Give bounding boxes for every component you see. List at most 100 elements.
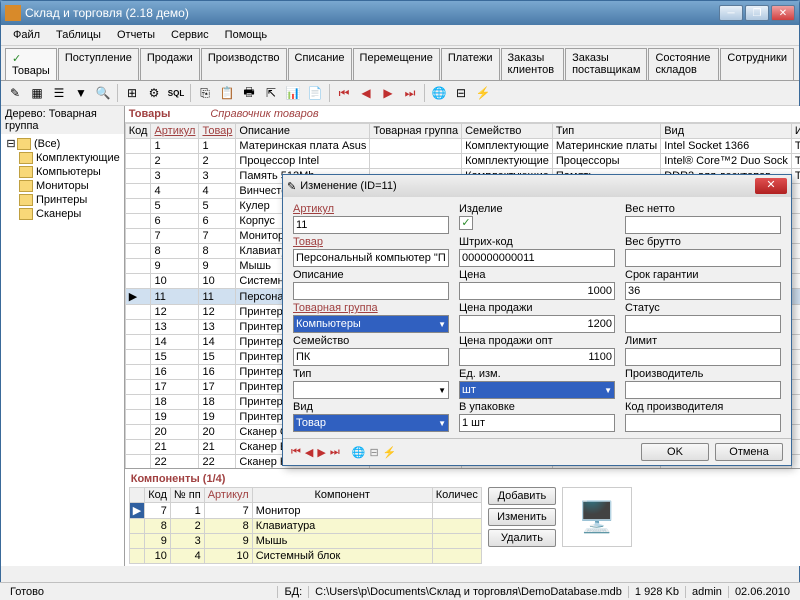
table-row[interactable]: 22Процессор IntelКомплектующиеПроцессоры… [125, 154, 800, 169]
tab-move[interactable]: Перемещение [353, 48, 440, 80]
vid-select[interactable]: Товар▼ [293, 414, 449, 432]
tool-add-icon[interactable]: 🌐 [429, 83, 449, 103]
tab-production[interactable]: Производство [201, 48, 287, 80]
cancel-button[interactable]: Отмена [715, 443, 783, 461]
nav-globe-icon[interactable]: 🌐 [352, 446, 366, 459]
menu-service[interactable]: Сервис [163, 27, 217, 43]
tool-funnel-icon[interactable]: ▼ [71, 83, 91, 103]
izdelie-checkbox[interactable]: ✓ [459, 216, 473, 230]
menu-tables[interactable]: Таблицы [48, 27, 109, 43]
table-row[interactable]: 10410Системный блок [129, 549, 481, 564]
tool-grid-icon[interactable]: ▦ [27, 83, 47, 103]
cena-input[interactable] [459, 282, 615, 300]
tab-stock-state[interactable]: Состояние складов [648, 48, 719, 80]
tool-chart-icon[interactable]: 📊 [283, 83, 303, 103]
tool-search-icon[interactable]: 🔍 [93, 83, 113, 103]
tree-item[interactable]: Принтеры [3, 193, 122, 207]
tab-supplier-orders[interactable]: Заказы поставщикам [565, 48, 647, 80]
shtrih-input[interactable] [459, 249, 615, 267]
limit-input[interactable] [625, 348, 781, 366]
tab-goods[interactable]: Товары [5, 48, 57, 80]
menu-help[interactable]: Помощь [217, 27, 276, 43]
vesnetto-input[interactable] [625, 216, 781, 234]
sem-input[interactable] [293, 348, 449, 366]
add-button[interactable]: Добавить [488, 487, 556, 505]
tool-report-icon[interactable]: 📄 [305, 83, 325, 103]
column-header[interactable]: Артикул [151, 124, 199, 139]
vesbrutto-input[interactable] [625, 249, 781, 267]
tool-excel-icon[interactable]: ⊞ [122, 83, 142, 103]
nav-del-icon[interactable]: ⊟ [369, 446, 378, 459]
minimize-button[interactable]: ─ [719, 5, 743, 21]
tool-print-icon[interactable]: 🖶 [239, 83, 259, 103]
tool-edit-icon[interactable]: ✎ [5, 83, 25, 103]
nav-first-icon[interactable]: ⏮ [291, 446, 301, 459]
tool-sql-icon[interactable]: SQL [166, 83, 186, 103]
ed-select[interactable]: шт▼ [459, 381, 615, 399]
tool-del-icon[interactable]: ⊟ [451, 83, 471, 103]
group-select[interactable]: Компьютеры▼ [293, 315, 449, 333]
column-header[interactable]: Товарная группа [370, 124, 462, 139]
artikul-input[interactable] [293, 216, 449, 234]
srok-input[interactable] [625, 282, 781, 300]
tree-item[interactable]: Сканеры [3, 207, 122, 221]
tovar-input[interactable] [293, 249, 449, 267]
tool-bolt-icon[interactable]: ⚡ [473, 83, 493, 103]
nav-prev-icon[interactable]: ◀ [305, 446, 313, 459]
tab-receipt[interactable]: Поступление [58, 48, 139, 80]
column-header[interactable]: Тип [552, 124, 660, 139]
proizv-input[interactable] [625, 381, 781, 399]
tool-paste-icon[interactable]: 📋 [217, 83, 237, 103]
edit-button[interactable]: Изменить [488, 508, 556, 526]
tool-next-icon[interactable]: ▶ [378, 83, 398, 103]
cenapo-input[interactable] [459, 348, 615, 366]
tree-root[interactable]: ⊟(Все) [3, 136, 122, 151]
tool-first-icon[interactable]: ⏮ [334, 83, 354, 103]
tree-item[interactable]: Компьютеры [3, 165, 122, 179]
column-header[interactable]: Описание [236, 124, 370, 139]
tool-gear-icon[interactable]: ⚙ [144, 83, 164, 103]
opis-input[interactable] [293, 282, 449, 300]
maximize-button[interactable]: ❐ [745, 5, 769, 21]
shtrih-label: Штрих-код [459, 236, 615, 249]
table-row[interactable]: 939Мышь [129, 534, 481, 549]
dialog-close-button[interactable]: ✕ [755, 178, 787, 194]
edit-dialog: ✎ Изменение (ID=11) ✕ Артикул Изделие✓ В… [282, 174, 792, 466]
table-row[interactable]: 828Клавиатура [129, 519, 481, 534]
table-row[interactable]: ▶717Монитор [129, 503, 481, 519]
tab-staff[interactable]: Сотрудники [720, 48, 794, 80]
kodp-input[interactable] [625, 414, 781, 432]
tool-prev-icon[interactable]: ◀ [356, 83, 376, 103]
nav-bolt-icon[interactable]: ⚡ [383, 446, 397, 459]
cenap-input[interactable] [459, 315, 615, 333]
close-button[interactable]: ✕ [771, 5, 795, 21]
column-header[interactable]: Вид [661, 124, 792, 139]
titlebar: Склад и торговля (2.18 демо) ─ ❐ ✕ [1, 1, 799, 25]
tab-sales[interactable]: Продажи [140, 48, 200, 80]
nav-last-icon[interactable]: ⏭ [330, 446, 340, 459]
tab-client-orders[interactable]: Заказы клиентов [501, 48, 565, 80]
column-header[interactable]: Код [125, 124, 151, 139]
tree-item[interactable]: Комплектующие [3, 151, 122, 165]
tool-filter-icon[interactable]: ☰ [49, 83, 69, 103]
column-header[interactable]: Товар [199, 124, 236, 139]
tab-writeoff[interactable]: Списание [288, 48, 352, 80]
tool-last-icon[interactable]: ⏭ [400, 83, 420, 103]
column-header[interactable]: Семейство [462, 124, 553, 139]
status-user: admin [685, 586, 728, 598]
ok-button[interactable]: OK [641, 443, 709, 461]
tab-payments[interactable]: Платежи [441, 48, 500, 80]
delete-button[interactable]: Удалить [488, 529, 556, 547]
vup-input[interactable] [459, 414, 615, 432]
menu-file[interactable]: Файл [5, 27, 48, 43]
status-input[interactable] [625, 315, 781, 333]
components-grid[interactable]: Код№ ппАртикулКомпонентКоличес▶717Монито… [129, 487, 482, 564]
menu-reports[interactable]: Отчеты [109, 27, 163, 43]
tool-export-icon[interactable]: ⇱ [261, 83, 281, 103]
column-header[interactable]: Изделие [791, 124, 800, 139]
table-row[interactable]: 11Материнская плата AsusКомплектующиеМат… [125, 139, 800, 154]
nav-next-icon[interactable]: ▶ [317, 446, 325, 459]
tool-copy-icon[interactable]: ⎘ [195, 83, 215, 103]
tip-select[interactable]: ▼ [293, 381, 449, 399]
tree-item[interactable]: Мониторы [3, 179, 122, 193]
